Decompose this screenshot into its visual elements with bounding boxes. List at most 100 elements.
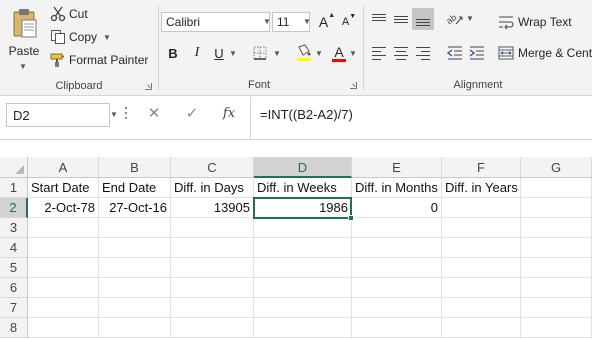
column-header-c[interactable]: C — [171, 157, 254, 178]
cell-c6[interactable] — [171, 278, 254, 298]
cell-f5[interactable] — [442, 258, 521, 278]
cell-b5[interactable] — [99, 258, 171, 278]
cell-a2[interactable]: 2-Oct-78 — [28, 198, 99, 218]
fill-color-button[interactable] — [294, 42, 314, 64]
cell-d3[interactable] — [254, 218, 352, 238]
row-header-6[interactable]: 6 — [0, 278, 28, 298]
cell-e3[interactable] — [352, 218, 442, 238]
format-painter-button[interactable]: Format Painter — [50, 50, 148, 70]
cell-g5[interactable] — [521, 258, 592, 278]
shrink-font-button[interactable]: A ▼ — [340, 12, 358, 32]
top-align-button[interactable] — [368, 8, 390, 30]
cell-a3[interactable] — [28, 218, 99, 238]
cell-e1[interactable]: Diff. in Months — [352, 178, 442, 198]
formula-bar-grip-icon[interactable] — [125, 107, 128, 121]
chevron-down-icon[interactable]: ▼ — [302, 12, 312, 32]
bold-button[interactable]: B — [164, 42, 182, 64]
column-header-a[interactable]: A — [28, 157, 99, 178]
chevron-down-icon[interactable]: ▼ — [466, 14, 474, 23]
cell-e4[interactable] — [352, 238, 442, 258]
column-header-b[interactable]: B — [99, 157, 171, 178]
cell-a7[interactable] — [28, 298, 99, 318]
cell-d4[interactable] — [254, 238, 352, 258]
cell-d5[interactable] — [254, 258, 352, 278]
cell-b6[interactable] — [99, 278, 171, 298]
cell-b7[interactable] — [99, 298, 171, 318]
cell-c4[interactable] — [171, 238, 254, 258]
font-name-select[interactable]: Calibri — [161, 12, 270, 32]
cell-c7[interactable] — [171, 298, 254, 318]
cell-e6[interactable] — [352, 278, 442, 298]
name-box[interactable]: D2 — [6, 103, 110, 127]
merge-center-button[interactable]: Merge & Cent — [498, 43, 592, 63]
cell-a4[interactable] — [28, 238, 99, 258]
row-header-8[interactable]: 8 — [0, 318, 28, 338]
cell-c5[interactable] — [171, 258, 254, 278]
cut-button[interactable]: Cut — [50, 4, 88, 24]
cell-f1[interactable]: Diff. in Years — [442, 178, 521, 198]
cell-d2[interactable]: 1986 — [254, 198, 352, 218]
copy-dropdown-icon[interactable]: ▼ — [103, 33, 111, 42]
chevron-down-icon[interactable]: ▼ — [314, 42, 324, 64]
enter-check-icon[interactable]: ✓ — [182, 104, 202, 124]
cell-g8[interactable] — [521, 318, 592, 338]
cell-c1[interactable]: Diff. in Days — [171, 178, 254, 198]
clipboard-dialog-launcher-icon[interactable] — [145, 83, 152, 90]
chevron-down-icon[interactable]: ▼ — [110, 103, 122, 127]
row-header-1[interactable]: 1 — [0, 178, 28, 198]
chevron-down-icon[interactable]: ▼ — [348, 42, 358, 64]
row-header-2[interactable]: 2 — [0, 198, 28, 218]
row-header-3[interactable]: 3 — [0, 218, 28, 238]
cell-e2[interactable]: 0 — [352, 198, 442, 218]
align-right-button[interactable] — [412, 42, 434, 64]
cell-a8[interactable] — [28, 318, 99, 338]
formula-input[interactable]: =INT((B2-A2)/7) — [252, 103, 592, 133]
cell-g2[interactable] — [521, 198, 592, 218]
decrease-indent-button[interactable] — [444, 42, 466, 64]
cell-b3[interactable] — [99, 218, 171, 238]
cell-e5[interactable] — [352, 258, 442, 278]
cell-g4[interactable] — [521, 238, 592, 258]
cell-g7[interactable] — [521, 298, 592, 318]
column-header-g[interactable]: G — [521, 157, 592, 178]
font-dialog-launcher-icon[interactable] — [350, 82, 357, 89]
cancel-icon[interactable]: ✕ — [144, 104, 164, 124]
row-header-5[interactable]: 5 — [0, 258, 28, 278]
cell-b2[interactable]: 27-Oct-16 — [99, 198, 171, 218]
cell-f3[interactable] — [442, 218, 521, 238]
select-all-button[interactable] — [0, 157, 28, 178]
cell-f6[interactable] — [442, 278, 521, 298]
cell-b1[interactable]: End Date — [99, 178, 171, 198]
cell-a6[interactable] — [28, 278, 99, 298]
cell-f7[interactable] — [442, 298, 521, 318]
row-header-7[interactable]: 7 — [0, 298, 28, 318]
chevron-down-icon[interactable]: ▼ — [228, 42, 238, 64]
cell-d7[interactable] — [254, 298, 352, 318]
chevron-down-icon[interactable]: ▼ — [262, 12, 272, 32]
cell-d8[interactable] — [254, 318, 352, 338]
row-header-4[interactable]: 4 — [0, 238, 28, 258]
grow-font-button[interactable]: A ▲ — [318, 12, 336, 32]
wrap-text-button[interactable]: Wrap Text — [498, 12, 572, 32]
cell-e7[interactable] — [352, 298, 442, 318]
cell-f2[interactable] — [442, 198, 521, 218]
align-left-button[interactable] — [368, 42, 390, 64]
cell-e8[interactable] — [352, 318, 442, 338]
borders-button[interactable] — [250, 42, 270, 64]
cell-f4[interactable] — [442, 238, 521, 258]
cell-c8[interactable] — [171, 318, 254, 338]
cell-f8[interactable] — [442, 318, 521, 338]
column-header-f[interactable]: F — [442, 157, 521, 178]
cell-g1[interactable] — [521, 178, 592, 198]
cell-c3[interactable] — [171, 218, 254, 238]
column-header-d[interactable]: D — [254, 157, 352, 178]
cell-a5[interactable] — [28, 258, 99, 278]
cell-b4[interactable] — [99, 238, 171, 258]
cell-c2[interactable]: 13905 — [171, 198, 254, 218]
align-center-button[interactable] — [390, 42, 412, 64]
bottom-align-button[interactable] — [412, 8, 434, 30]
middle-align-button[interactable] — [390, 8, 412, 30]
insert-function-icon[interactable]: fx — [218, 104, 240, 124]
copy-button[interactable]: Copy ▼ — [50, 27, 111, 47]
worksheet-grid[interactable]: A B C D E F G 1 2 3 4 5 6 7 8 Start Date… — [0, 157, 592, 340]
